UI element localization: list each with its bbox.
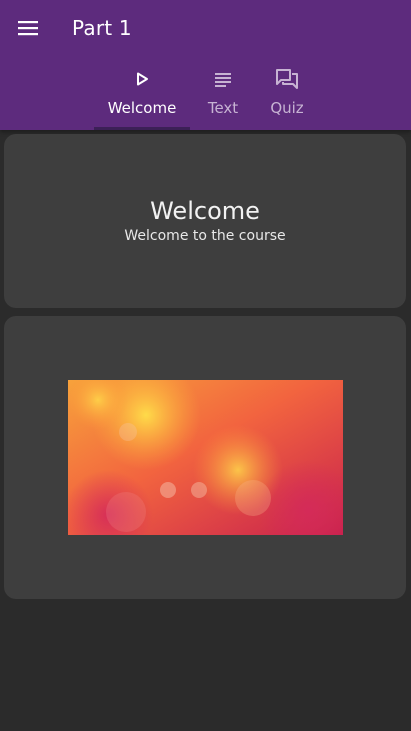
tab-bar: Welcome Text Quiz <box>0 60 411 130</box>
play-icon <box>134 68 150 90</box>
tab-text[interactable]: Text <box>200 60 246 130</box>
hamburger-menu-icon <box>18 21 38 36</box>
tab-quiz-label: Quiz <box>270 99 304 117</box>
active-tab-indicator <box>94 127 190 130</box>
tab-text-label: Text <box>207 99 239 117</box>
page-title: Part 1 <box>72 16 132 40</box>
tab-quiz[interactable]: Quiz <box>264 60 310 130</box>
welcome-card: Welcome Welcome to the course <box>4 134 406 308</box>
welcome-heading: Welcome <box>150 197 260 225</box>
app-screen: Part 1 Welcome Text Quiz Welcome Welcome… <box>0 0 411 731</box>
chat-bubbles-icon <box>275 68 299 90</box>
tab-welcome[interactable]: Welcome <box>102 60 182 130</box>
welcome-subtitle: Welcome to the course <box>124 228 286 244</box>
tab-welcome-label: Welcome <box>107 99 177 117</box>
app-bar: Part 1 Welcome Text Quiz <box>0 0 411 130</box>
menu-button[interactable] <box>12 14 44 42</box>
text-lines-icon <box>213 68 233 90</box>
image-card <box>4 316 406 599</box>
hero-image <box>68 380 343 535</box>
